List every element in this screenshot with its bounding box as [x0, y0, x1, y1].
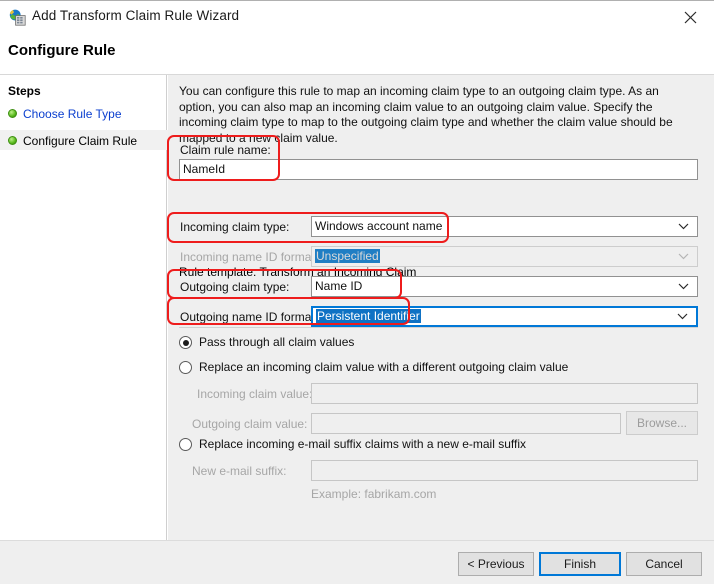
radio-replace-claim-value-label: Replace an incoming claim value with a d…	[199, 360, 569, 374]
incoming-name-id-format-label: Incoming name ID format:	[180, 250, 319, 264]
wizard-window: Add Transform Claim Rule Wizard Configur…	[0, 0, 714, 584]
cancel-button[interactable]: Cancel	[626, 552, 702, 576]
chevron-down-icon	[678, 247, 689, 266]
incoming-claim-type-value: Windows account name	[315, 219, 443, 233]
title-bar: Add Transform Claim Rule Wizard	[0, 2, 714, 33]
intro-text: You can configure this rule to map an in…	[179, 84, 673, 145]
example-suffix-text: Example: fabrikam.com	[311, 487, 437, 501]
sidebar-item-configure-claim-rule[interactable]: Configure Claim Rule	[0, 130, 174, 150]
new-email-suffix-label: New e-mail suffix:	[192, 464, 287, 478]
window-title: Add Transform Claim Rule Wizard	[32, 8, 240, 23]
chevron-down-icon	[678, 217, 689, 236]
page-title: Configure Rule	[8, 42, 116, 59]
outgoing-claim-type-label: Outgoing claim type:	[180, 280, 290, 294]
content-pane: You can configure this rule to map an in…	[168, 75, 714, 540]
outgoing-claim-type-select[interactable]: Name ID	[311, 276, 698, 297]
browse-button: Browse...	[626, 411, 698, 435]
radio-indicator	[179, 336, 192, 349]
step-status-icon	[8, 109, 17, 119]
incoming-name-id-format-value: Unspecified	[315, 249, 380, 263]
steps-heading: Steps	[8, 84, 41, 98]
claim-rule-name-input[interactable]: NameId	[179, 159, 698, 180]
step-status-icon	[8, 136, 17, 146]
sidebar-item-label: Configure Claim Rule	[23, 133, 138, 148]
radio-indicator	[179, 438, 192, 451]
section-divider	[179, 327, 698, 328]
finish-button[interactable]: Finish	[539, 552, 621, 576]
incoming-claim-value-label: Incoming claim value:	[197, 387, 313, 401]
incoming-name-id-format-select: Unspecified	[311, 246, 698, 267]
outgoing-name-id-format-value: Persistent Identifier	[316, 309, 421, 323]
radio-replace-email-suffix-label: Replace incoming e-mail suffix claims wi…	[199, 437, 527, 451]
incoming-claim-value-input	[311, 383, 698, 404]
outgoing-claim-type-value: Name ID	[315, 279, 363, 293]
outgoing-claim-value-label: Outgoing claim value:	[192, 417, 308, 431]
radio-indicator	[179, 361, 192, 374]
chevron-down-icon	[677, 308, 688, 325]
outgoing-name-id-format-label: Outgoing name ID format:	[180, 310, 319, 324]
outgoing-claim-value-input	[311, 413, 621, 434]
claim-rule-name-label: Claim rule name:	[180, 143, 271, 157]
wizard-globe-icon	[9, 9, 26, 26]
previous-button[interactable]: < Previous	[458, 552, 534, 576]
incoming-claim-type-select[interactable]: Windows account name	[311, 216, 698, 237]
incoming-claim-type-label: Incoming claim type:	[180, 220, 290, 234]
new-email-suffix-input	[311, 460, 698, 481]
sidebar-item-label: Choose Rule Type	[23, 106, 122, 121]
sidebar-item-choose-rule-type[interactable]: Choose Rule Type	[8, 106, 159, 122]
outgoing-name-id-format-select[interactable]: Persistent Identifier	[311, 306, 698, 327]
radio-pass-through-label: Pass through all claim values	[199, 335, 355, 349]
steps-pane: Steps Choose Rule Type Configure Claim R…	[0, 75, 174, 540]
chevron-down-icon	[678, 277, 689, 296]
footer-bar: < Previous Finish Cancel	[0, 540, 714, 584]
close-icon[interactable]	[668, 2, 714, 33]
